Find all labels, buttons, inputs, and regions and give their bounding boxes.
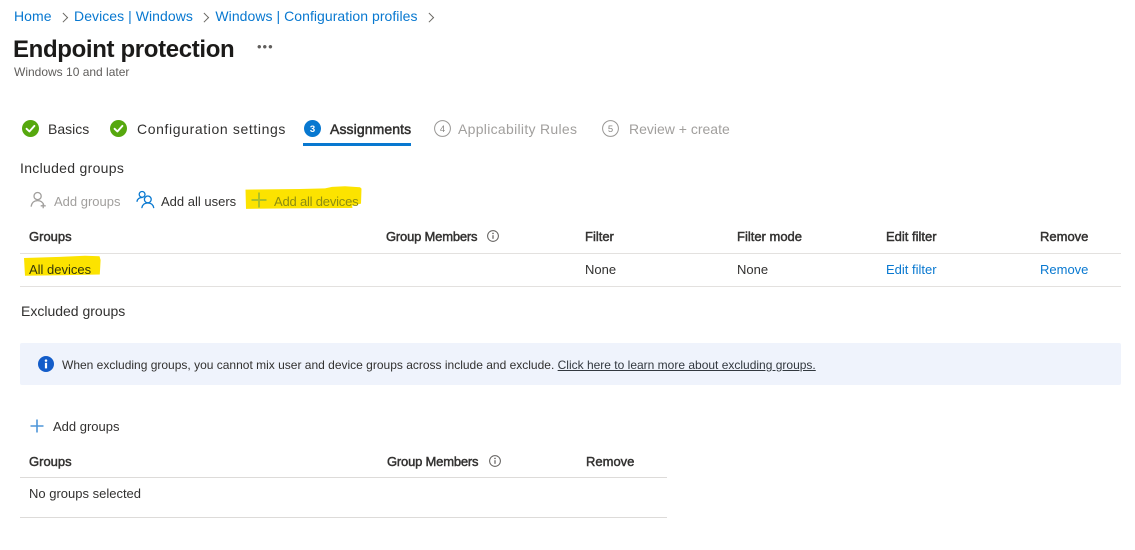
svg-text:3: 3 xyxy=(310,124,315,135)
svg-text:4: 4 xyxy=(440,124,445,135)
svg-text:5: 5 xyxy=(608,124,613,135)
